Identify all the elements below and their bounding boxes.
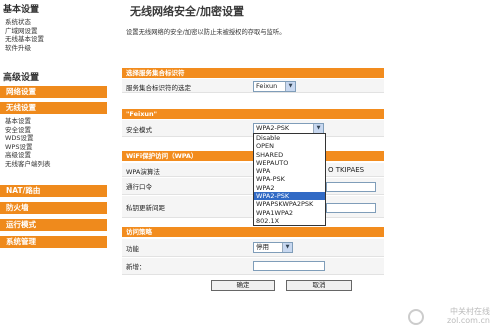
basic-settings-header: 基本设置 [3,5,40,15]
security-mode-option[interactable]: WPA [254,167,325,175]
new-entry-label: 新增： [126,263,146,271]
confirm-button[interactable]: 确定 [211,280,275,291]
chevron-down-icon: ▼ [285,82,295,91]
watermark-cn: 中关村在线 [450,307,490,316]
sidebar-item-security-settings[interactable]: 安全设置 [5,126,51,135]
ssid-selected-value: Feixun [256,82,278,90]
nav-firewall[interactable]: 防火墙 [0,202,107,214]
security-mode-option[interactable]: WEPAUTO [254,159,325,167]
security-mode-label: 安全模式 [126,126,152,134]
policy-section-header: 访问策略 [122,227,384,237]
main-content: 无线网络安全/加密设置 设置无线网络的安全/加密以防止未被授权的存取与监听。 选… [110,0,500,333]
nav-run-mode[interactable]: 运行模式 [0,219,107,231]
chevron-down-icon: ▼ [282,243,292,252]
policy-select[interactable]: 停用 ▼ [253,242,293,253]
ssid-section-header: 选择服务集合标识符 [122,68,384,78]
ssid-select[interactable]: Feixun ▼ [253,81,296,92]
security-mode-dropdown-list[interactable]: Disable OPEN SHARED WEPAUTO WPA WPA-PSK WPA2 WP… [253,133,326,227]
rekey-interval-label: 私钥更新间距 [126,204,165,212]
basic-settings-list: 系统状态 广域网设置 无线基本设置 软件升级 [5,18,44,52]
page-title: 无线网络安全/加密设置 [130,5,245,18]
advanced-settings-header: 高级设置 [3,73,40,83]
sidebar-item-wireless-basic-settings[interactable]: 基本设置 [5,117,51,126]
nav-wireless-settings[interactable]: 无线设置 [0,102,107,114]
sidebar: 基本设置 系统状态 广域网设置 无线基本设置 软件升级 高级设置 网络设置 无线… [0,0,107,333]
security-mode-option[interactable]: OPEN [254,142,325,150]
security-mode-selected-value: WPA2-PSK [256,124,290,132]
nav-system-management[interactable]: 系统管理 [0,236,107,248]
zol-watermark-logo [408,309,424,325]
security-mode-option[interactable]: Disable [254,134,325,142]
sidebar-item-advanced-settings[interactable]: 高级设置 [5,151,51,160]
chevron-down-icon: ▼ [313,124,323,133]
policy-selected-value: 停用 [256,243,269,251]
sidebar-item-firmware-upgrade[interactable]: 软件升级 [5,44,44,53]
zol-watermark: 中关村在线 zol.com.cn [447,307,490,325]
sidebar-item-wireless-basic[interactable]: 无线基本设置 [5,35,44,44]
wireless-settings-list: 基本设置 安全设置 WDS设置 WPS设置 高级设置 无线客户端列表 [5,117,51,169]
sidebar-item-system-status[interactable]: 系统状态 [5,18,44,27]
policy-label: 功能 [126,245,139,253]
security-mode-option[interactable]: WPA2 [254,184,325,192]
watermark-url: zol.com.cn [447,316,490,325]
security-mode-option[interactable]: WPA-PSK [254,175,325,183]
page-description: 设置无线网络的安全/加密以防止未被授权的存取与监听。 [126,29,286,36]
rekey-interval-input[interactable] [326,203,376,213]
sidebar-item-client-list[interactable]: 无线客户端列表 [5,160,51,169]
ssid-label: 服务集合标识符的选定 [126,84,191,92]
passphrase-label: 通行口令 [126,183,152,191]
security-mode-option[interactable]: 802.1X [254,217,325,225]
nav-network-settings[interactable]: 网络设置 [0,86,107,98]
security-mode-option[interactable]: SHARED [254,151,325,159]
security-mode-option[interactable]: WPA1WPA2 [254,209,325,217]
passphrase-input[interactable] [326,182,376,192]
sidebar-item-wds-settings[interactable]: WDS设置 [5,134,51,143]
profile-section-header: "Feixun" [122,109,384,119]
security-mode-option[interactable]: WPAPSKWPA2PSK [254,200,325,208]
wpa-algorithm-label: WPA演算法 [126,168,160,176]
new-entry-input[interactable] [253,261,325,271]
wpa-algorithm-options: O TKIPAES [328,166,365,174]
nav-nat-routing[interactable]: NAT/路由 [0,185,107,197]
cancel-button[interactable]: 取消 [286,280,352,291]
security-mode-option[interactable]: WPA2-PSK [254,192,325,201]
sidebar-item-wan-settings[interactable]: 广域网设置 [5,27,44,36]
